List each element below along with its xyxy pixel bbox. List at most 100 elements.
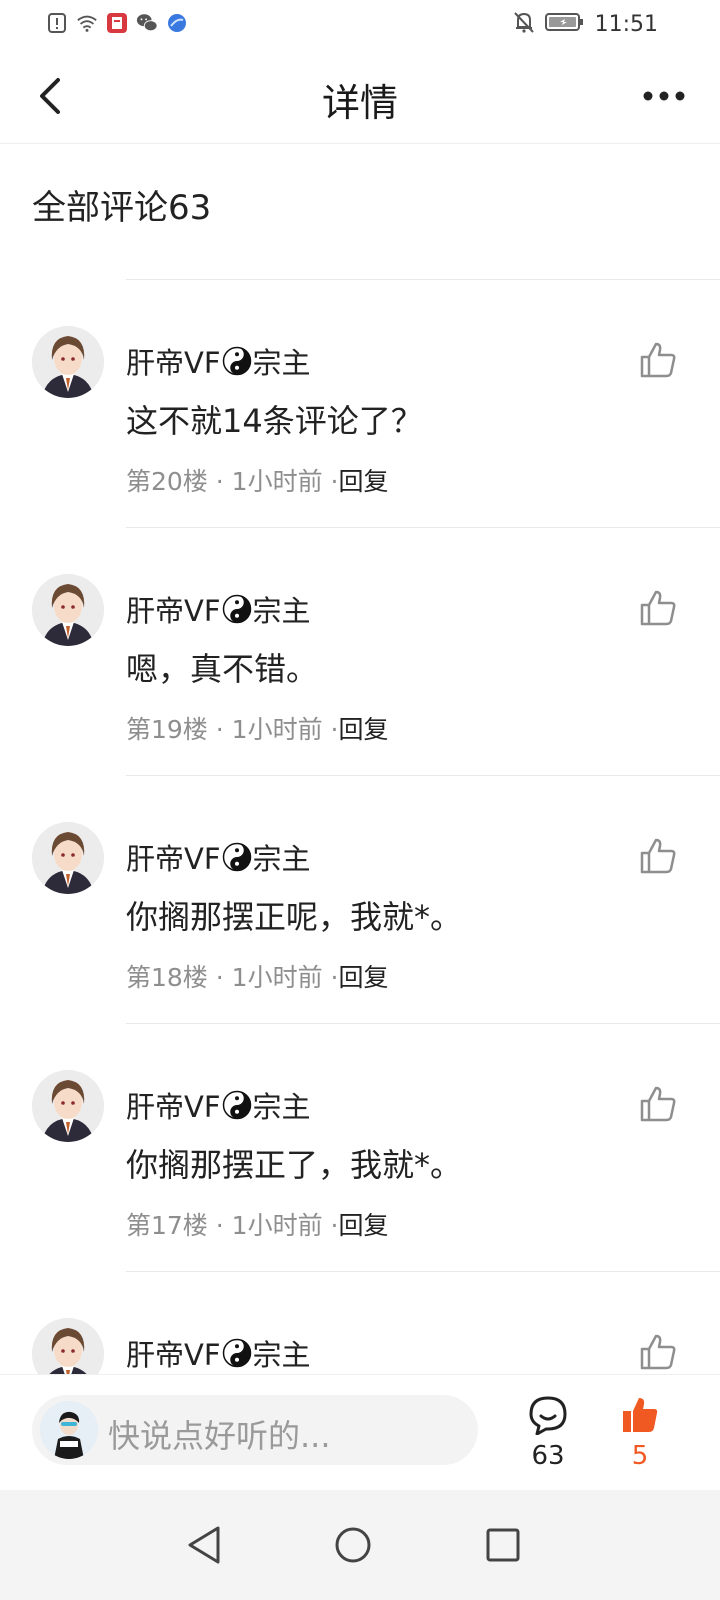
- battery-icon: [544, 11, 585, 37]
- like-button[interactable]: [638, 340, 678, 380]
- divider: [126, 1023, 720, 1024]
- comment-time: 1小时前: [231, 715, 323, 744]
- mute-icon: [513, 10, 535, 38]
- comment-meta: 第17楼 · 1小时前 ·回复: [126, 1206, 389, 1242]
- reply-button[interactable]: 回复: [338, 467, 388, 496]
- like-button[interactable]: [638, 1084, 678, 1124]
- browser-icon: [166, 12, 188, 34]
- yin-yang-icon: [222, 1338, 251, 1368]
- comment-text: 嗯，真不错。: [126, 650, 319, 688]
- comment-input[interactable]: 快说点好听的...: [32, 1395, 478, 1465]
- avatar[interactable]: [32, 574, 104, 646]
- status-bar: 11:51: [0, 0, 720, 48]
- author-title: 宗主: [252, 842, 311, 876]
- page-title: 详情: [321, 81, 398, 125]
- comment-author[interactable]: 肝帝VF 宗主: [126, 340, 311, 382]
- avatar[interactable]: [32, 1318, 104, 1374]
- floor-label: 第17楼: [126, 1211, 208, 1240]
- comment-author[interactable]: 肝帝VF 宗主: [126, 1084, 311, 1126]
- thumbs-up-icon: [640, 342, 676, 378]
- comments-button[interactable]: 63: [520, 1395, 576, 1471]
- floor-label: 第20楼: [126, 467, 208, 496]
- like-button[interactable]: [638, 588, 678, 628]
- status-time: 11:51: [594, 11, 658, 37]
- author-title: 宗主: [252, 1338, 311, 1372]
- nav-back-button[interactable]: [178, 1520, 228, 1570]
- avatar[interactable]: [32, 822, 104, 894]
- thumbs-up-icon: [640, 590, 676, 626]
- comment-meta: 第20楼 · 1小时前 ·回复: [126, 462, 389, 498]
- meta-separator: ·: [215, 467, 232, 496]
- comment-text: 这不就14条评论了？: [126, 402, 423, 440]
- reply-button[interactable]: 回复: [338, 963, 388, 992]
- comment-time: 1小时前: [231, 963, 323, 992]
- like-button[interactable]: [638, 1332, 678, 1372]
- comment-bubble-icon: [529, 1396, 567, 1436]
- author-title: 宗主: [252, 346, 311, 380]
- comment-item: 肝帝VF 宗主 嗯，真不错。 第19楼 · 1小时前 ·回复: [0, 574, 720, 822]
- comment-author[interactable]: 肝帝VF 宗主: [126, 588, 311, 630]
- divider: [126, 279, 720, 280]
- square-recents-icon: [486, 1528, 520, 1562]
- author-name: 肝帝VF: [126, 1338, 221, 1372]
- comment-meta: 第18楼 · 1小时前 ·回复: [126, 958, 389, 994]
- alert-icon: [46, 12, 68, 34]
- yin-yang-icon: [222, 842, 251, 872]
- system-nav-bar: [0, 1490, 720, 1600]
- comment-item: 肝帝VF 宗主 你搁那摆正呢，我就*。 第18楼 · 1小时前 ·回复: [0, 822, 720, 1070]
- author-name: 肝帝VF: [126, 842, 221, 876]
- triangle-back-icon: [188, 1526, 220, 1564]
- avatar[interactable]: [32, 326, 104, 398]
- circle-home-icon: [335, 1527, 371, 1563]
- author-name: 肝帝VF: [126, 594, 221, 628]
- comment-text: 你搁那摆正了，我就*。: [126, 1146, 463, 1184]
- floor-label: 第18楼: [126, 963, 208, 992]
- author-title: 宗主: [252, 1090, 311, 1124]
- comment-meta: 第19楼 · 1小时前 ·回复: [126, 710, 389, 746]
- yin-yang-icon: [222, 1090, 251, 1120]
- comment-author[interactable]: 肝帝VF 宗主: [126, 1332, 311, 1374]
- comment-item: 肝帝VF 宗主 你搁那摆正了，我就*。 第17楼 · 1小时前 ·回复: [0, 1070, 720, 1318]
- comment-time: 1小时前: [231, 1211, 323, 1240]
- nav-recents-button[interactable]: [478, 1520, 528, 1570]
- app-notification-icon: [106, 12, 128, 34]
- meta-separator: ·: [215, 1211, 232, 1240]
- author-title: 宗主: [252, 594, 311, 628]
- wifi-icon: [76, 12, 98, 34]
- author-name: 肝帝VF: [126, 346, 221, 380]
- thumbs-up-icon: [640, 1334, 676, 1370]
- more-button[interactable]: [634, 72, 694, 120]
- thumbs-up-icon: [640, 1086, 676, 1122]
- comment-bar: 快说点好听的... 63 5: [0, 1374, 720, 1490]
- divider: [126, 775, 720, 776]
- comment-item: 肝帝VF 宗主 这不就14条评论了？ 第20楼 · 1小时前 ·回复: [0, 326, 720, 574]
- comment-input-placeholder: 快说点好听的...: [108, 1417, 331, 1455]
- thumbs-up-filled-icon: [623, 1398, 658, 1432]
- all-comments-title: 全部评论63: [32, 188, 212, 228]
- comment-count: 63: [531, 1441, 565, 1471]
- meta-separator: ·: [215, 963, 232, 992]
- comment-author[interactable]: 肝帝VF 宗主: [126, 836, 311, 878]
- divider: [126, 527, 720, 528]
- more-dots-icon: [643, 91, 685, 101]
- meta-separator: ·: [215, 715, 232, 744]
- reply-button[interactable]: 回复: [338, 715, 388, 744]
- wechat-icon: [136, 12, 158, 34]
- floor-label: 第19楼: [126, 715, 208, 744]
- avatar[interactable]: [32, 1070, 104, 1142]
- yin-yang-icon: [222, 594, 251, 624]
- like-count: 5: [631, 1441, 649, 1471]
- header: 详情: [0, 48, 720, 144]
- divider: [126, 1271, 720, 1272]
- my-avatar: [40, 1401, 98, 1459]
- thumbs-up-icon: [640, 838, 676, 874]
- like-button[interactable]: [638, 836, 678, 876]
- nav-home-button[interactable]: [328, 1520, 378, 1570]
- yin-yang-icon: [222, 346, 251, 376]
- comment-text: 你搁那摆正呢，我就*。: [126, 898, 463, 936]
- comment-item: 肝帝VF 宗主: [0, 1318, 720, 1374]
- reply-button[interactable]: 回复: [338, 1211, 388, 1240]
- author-name: 肝帝VF: [126, 1090, 221, 1124]
- comment-time: 1小时前: [231, 467, 323, 496]
- like-post-button[interactable]: 5: [612, 1395, 668, 1471]
